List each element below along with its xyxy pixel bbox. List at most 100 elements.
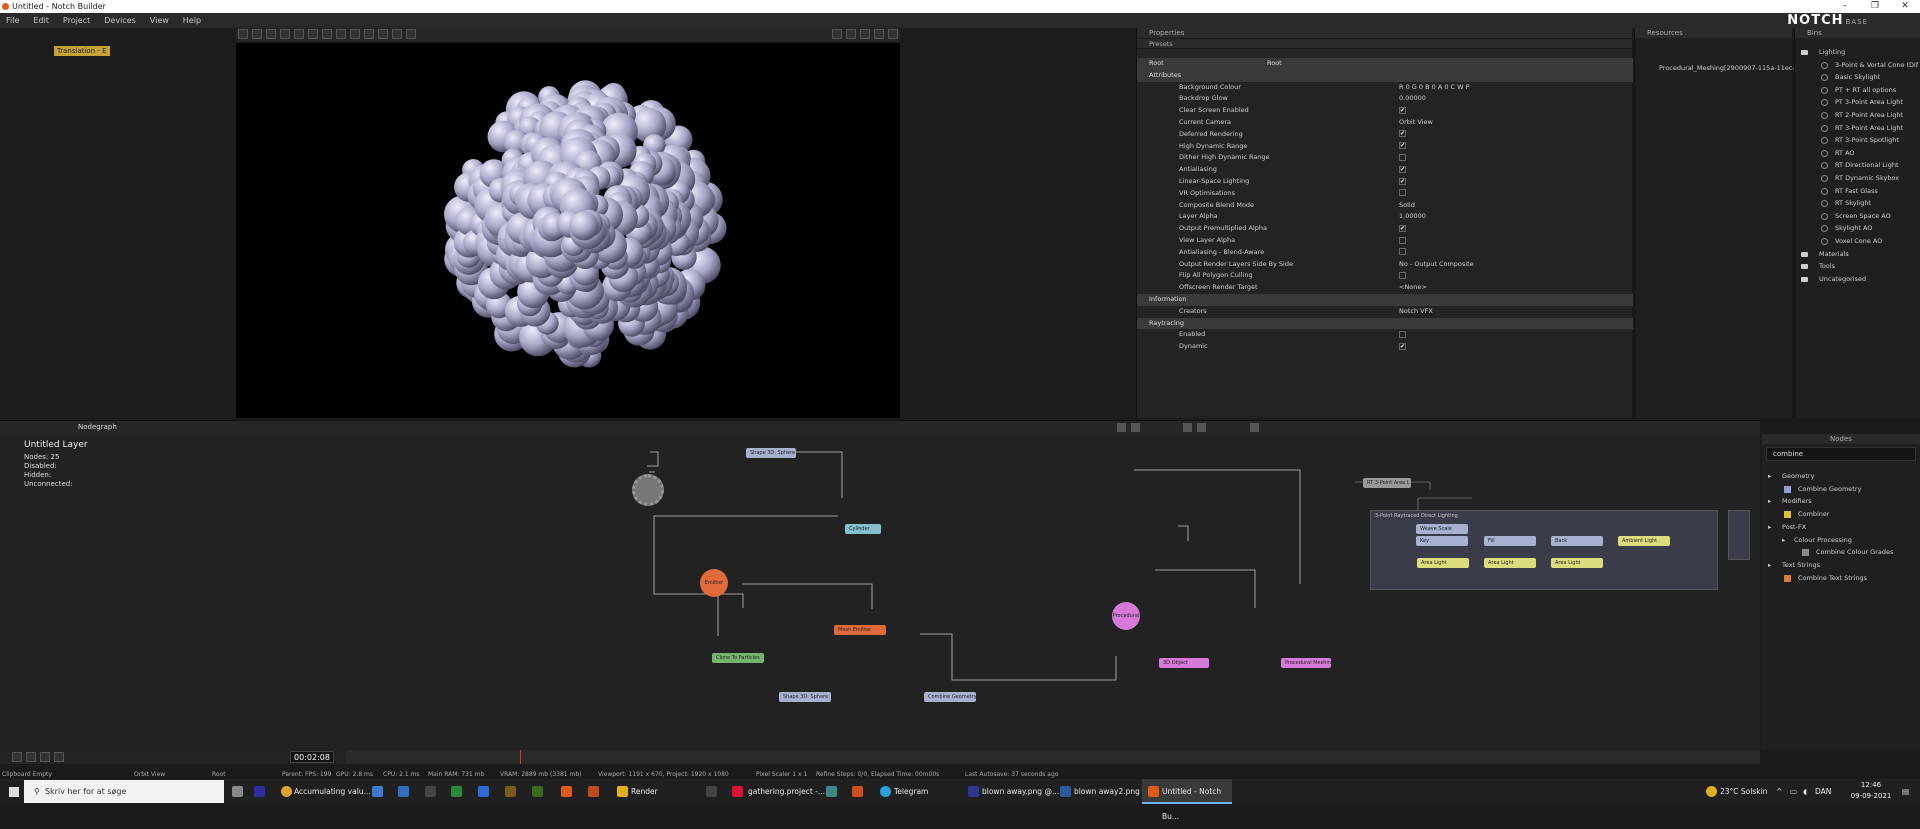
gizmo-tool-icon[interactable] (350, 29, 360, 39)
node-ambient-light[interactable]: Ambient Light (1618, 536, 1670, 546)
checkbox[interactable] (1399, 189, 1406, 197)
playhead[interactable] (520, 750, 521, 764)
prop-row[interactable]: Background Colour R 0 G 0 B 0 A 0 C W P (1137, 82, 1633, 94)
menu-edit[interactable]: Edit (33, 16, 49, 25)
app-icon-5[interactable] (451, 786, 462, 797)
transport-start-icon[interactable] (1117, 423, 1126, 432)
bin-item[interactable]: 3-Point & Vortal Cone (Dif (1795, 59, 1920, 72)
cue-icon[interactable] (26, 752, 36, 762)
prop-row[interactable]: Output Premultiplied Alpha ✔ (1137, 223, 1633, 235)
prop-row[interactable]: Antialiasing - Blend-Aware (1137, 247, 1633, 259)
app-icon-7[interactable] (505, 786, 516, 797)
zoom-in-icon[interactable] (846, 29, 856, 39)
section-attributes[interactable]: Attributes (1137, 69, 1633, 82)
key-icon[interactable] (54, 752, 64, 762)
checkbox[interactable]: ✔ (1399, 177, 1406, 185)
prop-row[interactable]: Antialiasing ✔ (1137, 164, 1633, 176)
presets-dropdown[interactable]: Presets (1137, 38, 1632, 48)
node-area-light-1[interactable]: Area Light (1417, 558, 1469, 568)
prop-value[interactable]: <None> (1399, 282, 1427, 294)
bin-item[interactable]: Voxel Cone AO (1795, 235, 1920, 248)
prop-row[interactable]: Backdrop Glow 0.00000 (1137, 93, 1633, 105)
node-area-light-2[interactable]: Area Light (1484, 558, 1536, 568)
menu-view[interactable]: View (150, 16, 169, 25)
node-type-item2[interactable]: Combine Colour Grades (1762, 546, 1920, 559)
fullscreen-icon[interactable] (874, 29, 884, 39)
node-procedural-meshing[interactable]: Procedural Meshing (1281, 658, 1331, 668)
render-app-icon[interactable] (617, 786, 628, 797)
checkbox[interactable]: ✔ (1399, 142, 1406, 150)
prop-value[interactable]: R 0 G 0 B 0 A 0 C W P (1399, 82, 1470, 94)
node-area-light-3[interactable]: Area Light (1551, 558, 1603, 568)
zoom-out-icon[interactable] (860, 29, 870, 39)
taskbar-app-blown-away[interactable]: blown away.png @... (982, 779, 1059, 804)
bin-item[interactable]: RT Dynamic Skybox (1795, 172, 1920, 185)
section-raytracing[interactable]: Raytracing (1137, 317, 1633, 330)
render-tool-icon[interactable] (406, 29, 416, 39)
info-row[interactable]: Creators Notch VFX (1137, 306, 1633, 318)
move-tool-icon[interactable] (252, 29, 262, 39)
bin-folder[interactable]: Tools (1795, 260, 1920, 273)
prop-row[interactable]: View Layer Alpha (1137, 235, 1633, 247)
prop-value[interactable]: 0.00000 (1399, 93, 1426, 105)
section-information[interactable]: Information (1137, 294, 1633, 306)
photoshop-icon[interactable] (968, 786, 979, 797)
node-type-cat[interactable]: ▸ Modifiers (1762, 495, 1920, 508)
taskbar-app-notch-active[interactable]: Untitled - Notch Bu... (1142, 779, 1232, 821)
node-rt-3-point-area[interactable]: RT 3-Point Area L (1363, 478, 1411, 488)
prop-value[interactable]: Solid (1399, 200, 1415, 212)
prop-row[interactable]: Linear-Space Lighting ✔ (1137, 176, 1633, 188)
menu-project[interactable]: Project (63, 16, 90, 25)
chrome-icon[interactable] (281, 786, 292, 797)
scale-tool-icon[interactable] (280, 29, 290, 39)
menu-devices[interactable]: Devices (104, 16, 136, 25)
node-cylinder[interactable]: Cylinder (845, 524, 881, 534)
bin-item[interactable]: RT 3-Point Spotlight (1795, 134, 1920, 147)
wireframe-tool-icon[interactable] (378, 29, 388, 39)
app-icon-8[interactable] (532, 786, 543, 797)
minimize-button[interactable]: – (1830, 0, 1860, 13)
tray-chevron-icon[interactable]: ^ (1776, 779, 1782, 804)
bin-item[interactable]: Screen Space AO (1795, 210, 1920, 223)
app-icon-6[interactable] (478, 786, 489, 797)
taskbar-app-gathering[interactable]: gathering.project -... (748, 779, 825, 804)
ray-row[interactable]: Dynamic ✔ (1137, 341, 1633, 353)
bin-item[interactable]: PT 3-Point Area Light (1795, 96, 1920, 109)
project-app-icon[interactable] (732, 786, 743, 797)
bin-item[interactable]: RT Skylight (1795, 197, 1920, 210)
root-row[interactable]: Root Root (1137, 58, 1633, 70)
checkbox[interactable]: ✔ (1399, 224, 1406, 232)
light-tool-icon[interactable] (336, 29, 346, 39)
prop-value[interactable]: 1.00000 (1399, 211, 1426, 223)
prop-row[interactable]: Offscreen Render Target <None> (1137, 282, 1633, 294)
close-button[interactable]: ✕ (1890, 0, 1920, 13)
checkbox[interactable] (1399, 153, 1406, 161)
timecode-display[interactable]: 00:02:08 (290, 751, 334, 763)
checkbox[interactable] (1399, 236, 1406, 244)
app-icon-9[interactable] (561, 786, 572, 797)
node-type-cat[interactable]: ▸ Post-FX (1762, 521, 1920, 534)
taskbar-clock[interactable]: 12:46 09-09-2021 (1846, 780, 1896, 802)
prop-value[interactable]: Orbit View (1399, 117, 1433, 129)
node-clone-to-particles[interactable]: Clone To Particles (712, 653, 764, 663)
prop-row[interactable]: Layer Alpha 1.00000 (1137, 211, 1633, 223)
node-fill[interactable]: Fill (1484, 536, 1536, 546)
app-icon-2[interactable] (372, 786, 383, 797)
camera-tool-icon[interactable] (322, 29, 332, 39)
bounds-tool-icon[interactable] (364, 29, 374, 39)
marker-icon[interactable] (40, 752, 50, 762)
record-icon[interactable] (888, 29, 898, 39)
maximize-button[interactable]: ❐ (1860, 0, 1890, 13)
app-icon-11[interactable] (706, 786, 717, 797)
taskbar-weather[interactable]: 23°C Solskin (1720, 779, 1767, 804)
bin-item[interactable]: RT Directional Light (1795, 159, 1920, 172)
bin-item[interactable]: RT 2-Point Area Light (1795, 109, 1920, 122)
menu-file[interactable]: File (6, 16, 19, 25)
prop-row[interactable]: VR Optimisations (1137, 188, 1633, 200)
select-tool-icon[interactable] (238, 29, 248, 39)
node-mesh-emitter[interactable]: Mesh Emitter (834, 625, 886, 635)
node-type-cat[interactable]: ▸ Geometry (1762, 470, 1920, 483)
grid-tool-icon[interactable] (308, 29, 318, 39)
bin-item[interactable]: RT AO (1795, 147, 1920, 160)
bin-folder-lighting[interactable]: Lighting (1795, 46, 1920, 59)
